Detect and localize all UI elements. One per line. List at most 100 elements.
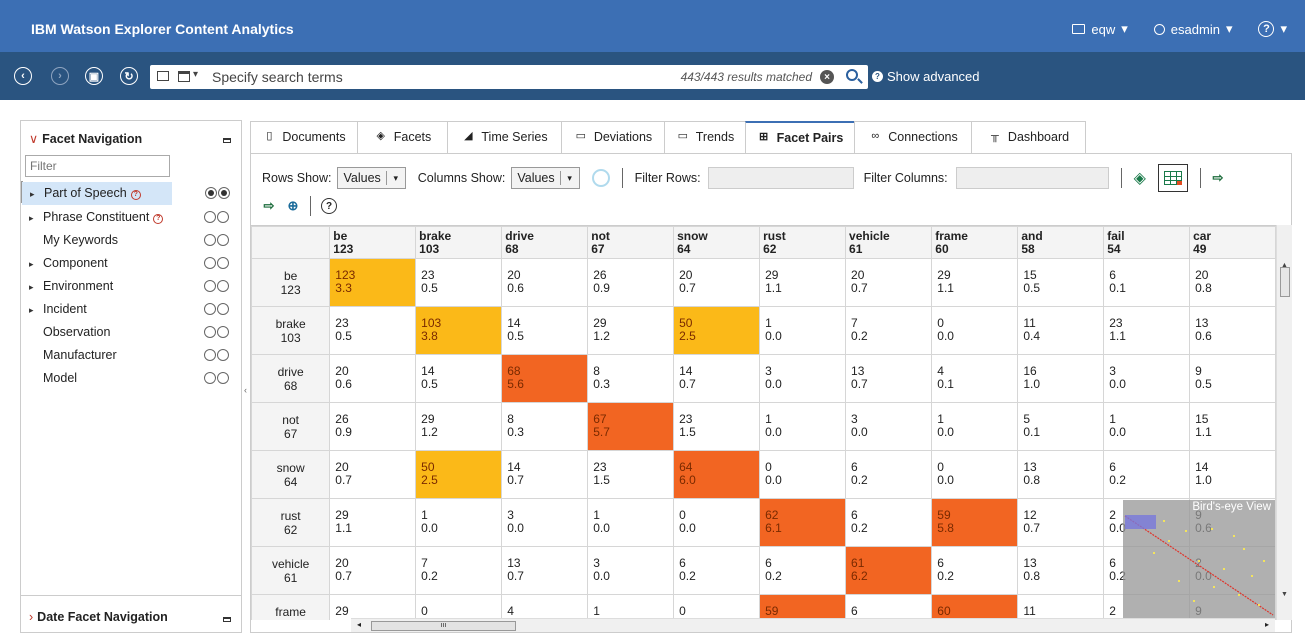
matrix-cell[interactable]: 6 0.2: [845, 450, 933, 499]
facet-item-label-wrap[interactable]: ▸ Environment: [21, 275, 171, 298]
column-axis-radio[interactable]: [217, 234, 229, 246]
matrix-cell[interactable]: 7 0.2: [845, 306, 933, 355]
matrix-cell[interactable]: 1 0.0: [415, 498, 503, 547]
row-axis-radio[interactable]: [205, 187, 217, 199]
show-advanced-link[interactable]: ? Show advanced: [872, 69, 980, 84]
birds-eye-viewport[interactable]: [1125, 515, 1156, 529]
facet-item[interactable]: Observation: [21, 321, 241, 344]
facet-navigation-header[interactable]: ∨ Facet Navigation: [21, 121, 241, 151]
matrix-cell[interactable]: 6 0.2: [673, 546, 761, 595]
matrix-cell[interactable]: 14 0.7: [501, 450, 589, 499]
column-header[interactable]: vehicle 61: [845, 226, 933, 259]
matrix-cell[interactable]: 23 0.5: [329, 306, 417, 355]
matrix-cell[interactable]: 59: [759, 594, 847, 620]
column-axis-radio[interactable]: [217, 280, 229, 292]
facet-item[interactable]: ▸ Environment: [21, 275, 241, 298]
matrix-cell[interactable]: 60: [931, 594, 1019, 620]
column-header[interactable]: rust 62: [759, 226, 847, 259]
chevron-right-icon[interactable]: ▸: [29, 259, 43, 270]
matrix-cell[interactable]: 1 0.0: [1103, 402, 1191, 451]
vertical-scrollbar[interactable]: ▲ ▼: [1276, 225, 1292, 620]
matrix-cell[interactable]: 26 0.9: [329, 402, 417, 451]
matrix-cell[interactable]: 13 0.8: [1017, 450, 1105, 499]
matrix-cell[interactable]: 11: [1017, 594, 1105, 620]
collection-menu[interactable]: eqw ▾: [1072, 21, 1128, 37]
facet-item[interactable]: ▸ Phrase Constituent?: [21, 206, 241, 229]
filter-columns-input[interactable]: [955, 167, 1109, 189]
matrix-cell[interactable]: 12 0.7: [1017, 498, 1105, 547]
row-axis-radio[interactable]: [204, 234, 216, 246]
column-header[interactable]: be 123: [329, 226, 417, 259]
matrix-cell[interactable]: 62 6.1: [759, 498, 847, 547]
matrix-cell[interactable]: 23 0.5: [415, 258, 503, 307]
facet-item-label-wrap[interactable]: My Keywords: [21, 229, 171, 252]
facet-item-label-wrap[interactable]: ▸ Part of Speech?: [22, 182, 172, 205]
matrix-cell[interactable]: 8 0.3: [501, 402, 589, 451]
column-axis-radio[interactable]: [217, 326, 229, 338]
filter-rows-input[interactable]: [707, 167, 854, 189]
home-icon[interactable]: ▣: [85, 67, 103, 85]
matrix-cell[interactable]: 29 1.1: [759, 258, 847, 307]
matrix-cell[interactable]: 6 0.2: [931, 546, 1019, 595]
find-correlations-icon[interactable]: [591, 169, 610, 187]
facet-item-label-wrap[interactable]: ▸ Incident: [21, 298, 171, 321]
matrix-cell[interactable]: 6 0.1: [1103, 258, 1191, 307]
row-axis-radio[interactable]: [204, 257, 216, 269]
matrix-cell[interactable]: 6 0.2: [759, 546, 847, 595]
matrix-cell[interactable]: 0 0.0: [931, 306, 1019, 355]
row-axis-radio[interactable]: [204, 349, 216, 361]
row-header[interactable]: drive 68: [251, 354, 331, 403]
matrix-cell[interactable]: 1: [587, 594, 675, 620]
matrix-cell[interactable]: 20 0.7: [845, 258, 933, 307]
matrix-cell[interactable]: 67 5.7: [587, 402, 675, 451]
rows-show-select[interactable]: Values ▾: [337, 167, 406, 189]
matrix-cell[interactable]: 3 0.0: [759, 354, 847, 403]
matrix-cell[interactable]: 14 0.7: [673, 354, 761, 403]
diamond-icon[interactable]: ◈: [1134, 168, 1146, 188]
matrix-cell[interactable]: 0 0.0: [673, 498, 761, 547]
search-input[interactable]: [212, 68, 612, 86]
facet-item-label-wrap[interactable]: Observation: [21, 321, 171, 344]
tab-dashboard[interactable]: ╥ Dashboard: [971, 121, 1086, 153]
row-axis-radio[interactable]: [204, 303, 216, 315]
facet-item[interactable]: ▸ Part of Speech?: [21, 181, 230, 205]
tab-connections[interactable]: ∞ Connections: [854, 121, 972, 153]
help-icon[interactable]: ?: [321, 198, 337, 214]
chevron-right-icon[interactable]: ▸: [30, 189, 44, 200]
matrix-cell[interactable]: 13 0.6: [1189, 306, 1276, 355]
warning-icon[interactable]: ?: [130, 190, 141, 200]
chevron-down-icon[interactable]: ▾: [193, 69, 198, 80]
zoom-in-icon[interactable]: ⊕: [286, 198, 300, 213]
column-axis-radio[interactable]: [217, 211, 229, 223]
matrix-cell[interactable]: 9 0.5: [1189, 354, 1276, 403]
tab-facets[interactable]: ◈ Facets: [357, 121, 448, 153]
matrix-cell[interactable]: 3 0.0: [587, 546, 675, 595]
matrix-cell[interactable]: 16 1.0: [1017, 354, 1105, 403]
row-header[interactable]: brake 103: [251, 306, 331, 355]
matrix-cell[interactable]: 14 0.5: [415, 354, 503, 403]
user-menu[interactable]: esadmin ▾: [1153, 21, 1232, 37]
matrix-cell[interactable]: 20 0.6: [329, 354, 417, 403]
matrix-cell[interactable]: 13 0.7: [501, 546, 589, 595]
minimize-icon[interactable]: [223, 138, 231, 143]
matrix-cell[interactable]: 1 0.0: [759, 306, 847, 355]
column-header[interactable]: fail 54: [1103, 226, 1191, 259]
grid-view-button[interactable]: [1157, 164, 1188, 192]
facet-filter-input[interactable]: [25, 155, 170, 177]
row-axis-radio[interactable]: [204, 326, 216, 338]
column-axis-radio[interactable]: [217, 303, 229, 315]
chevron-right-icon[interactable]: ▸: [29, 282, 43, 293]
facet-item[interactable]: Manufacturer: [21, 344, 241, 367]
matrix-cell[interactable]: 8 0.3: [587, 354, 675, 403]
column-header[interactable]: drive 68: [501, 226, 589, 259]
facet-item[interactable]: ▸ Component: [21, 252, 241, 275]
matrix-cell[interactable]: 0: [415, 594, 503, 620]
matrix-cell[interactable]: 29: [329, 594, 417, 620]
facet-item-label-wrap[interactable]: Manufacturer: [21, 344, 171, 367]
matrix-cell[interactable]: 4: [501, 594, 589, 620]
scroll-down-icon[interactable]: ▼: [1281, 591, 1288, 598]
minimize-icon[interactable]: [223, 617, 231, 622]
facet-item[interactable]: Model: [21, 367, 241, 390]
search-icon[interactable]: [846, 69, 858, 81]
facet-item-label-wrap[interactable]: ▸ Component: [21, 252, 171, 275]
